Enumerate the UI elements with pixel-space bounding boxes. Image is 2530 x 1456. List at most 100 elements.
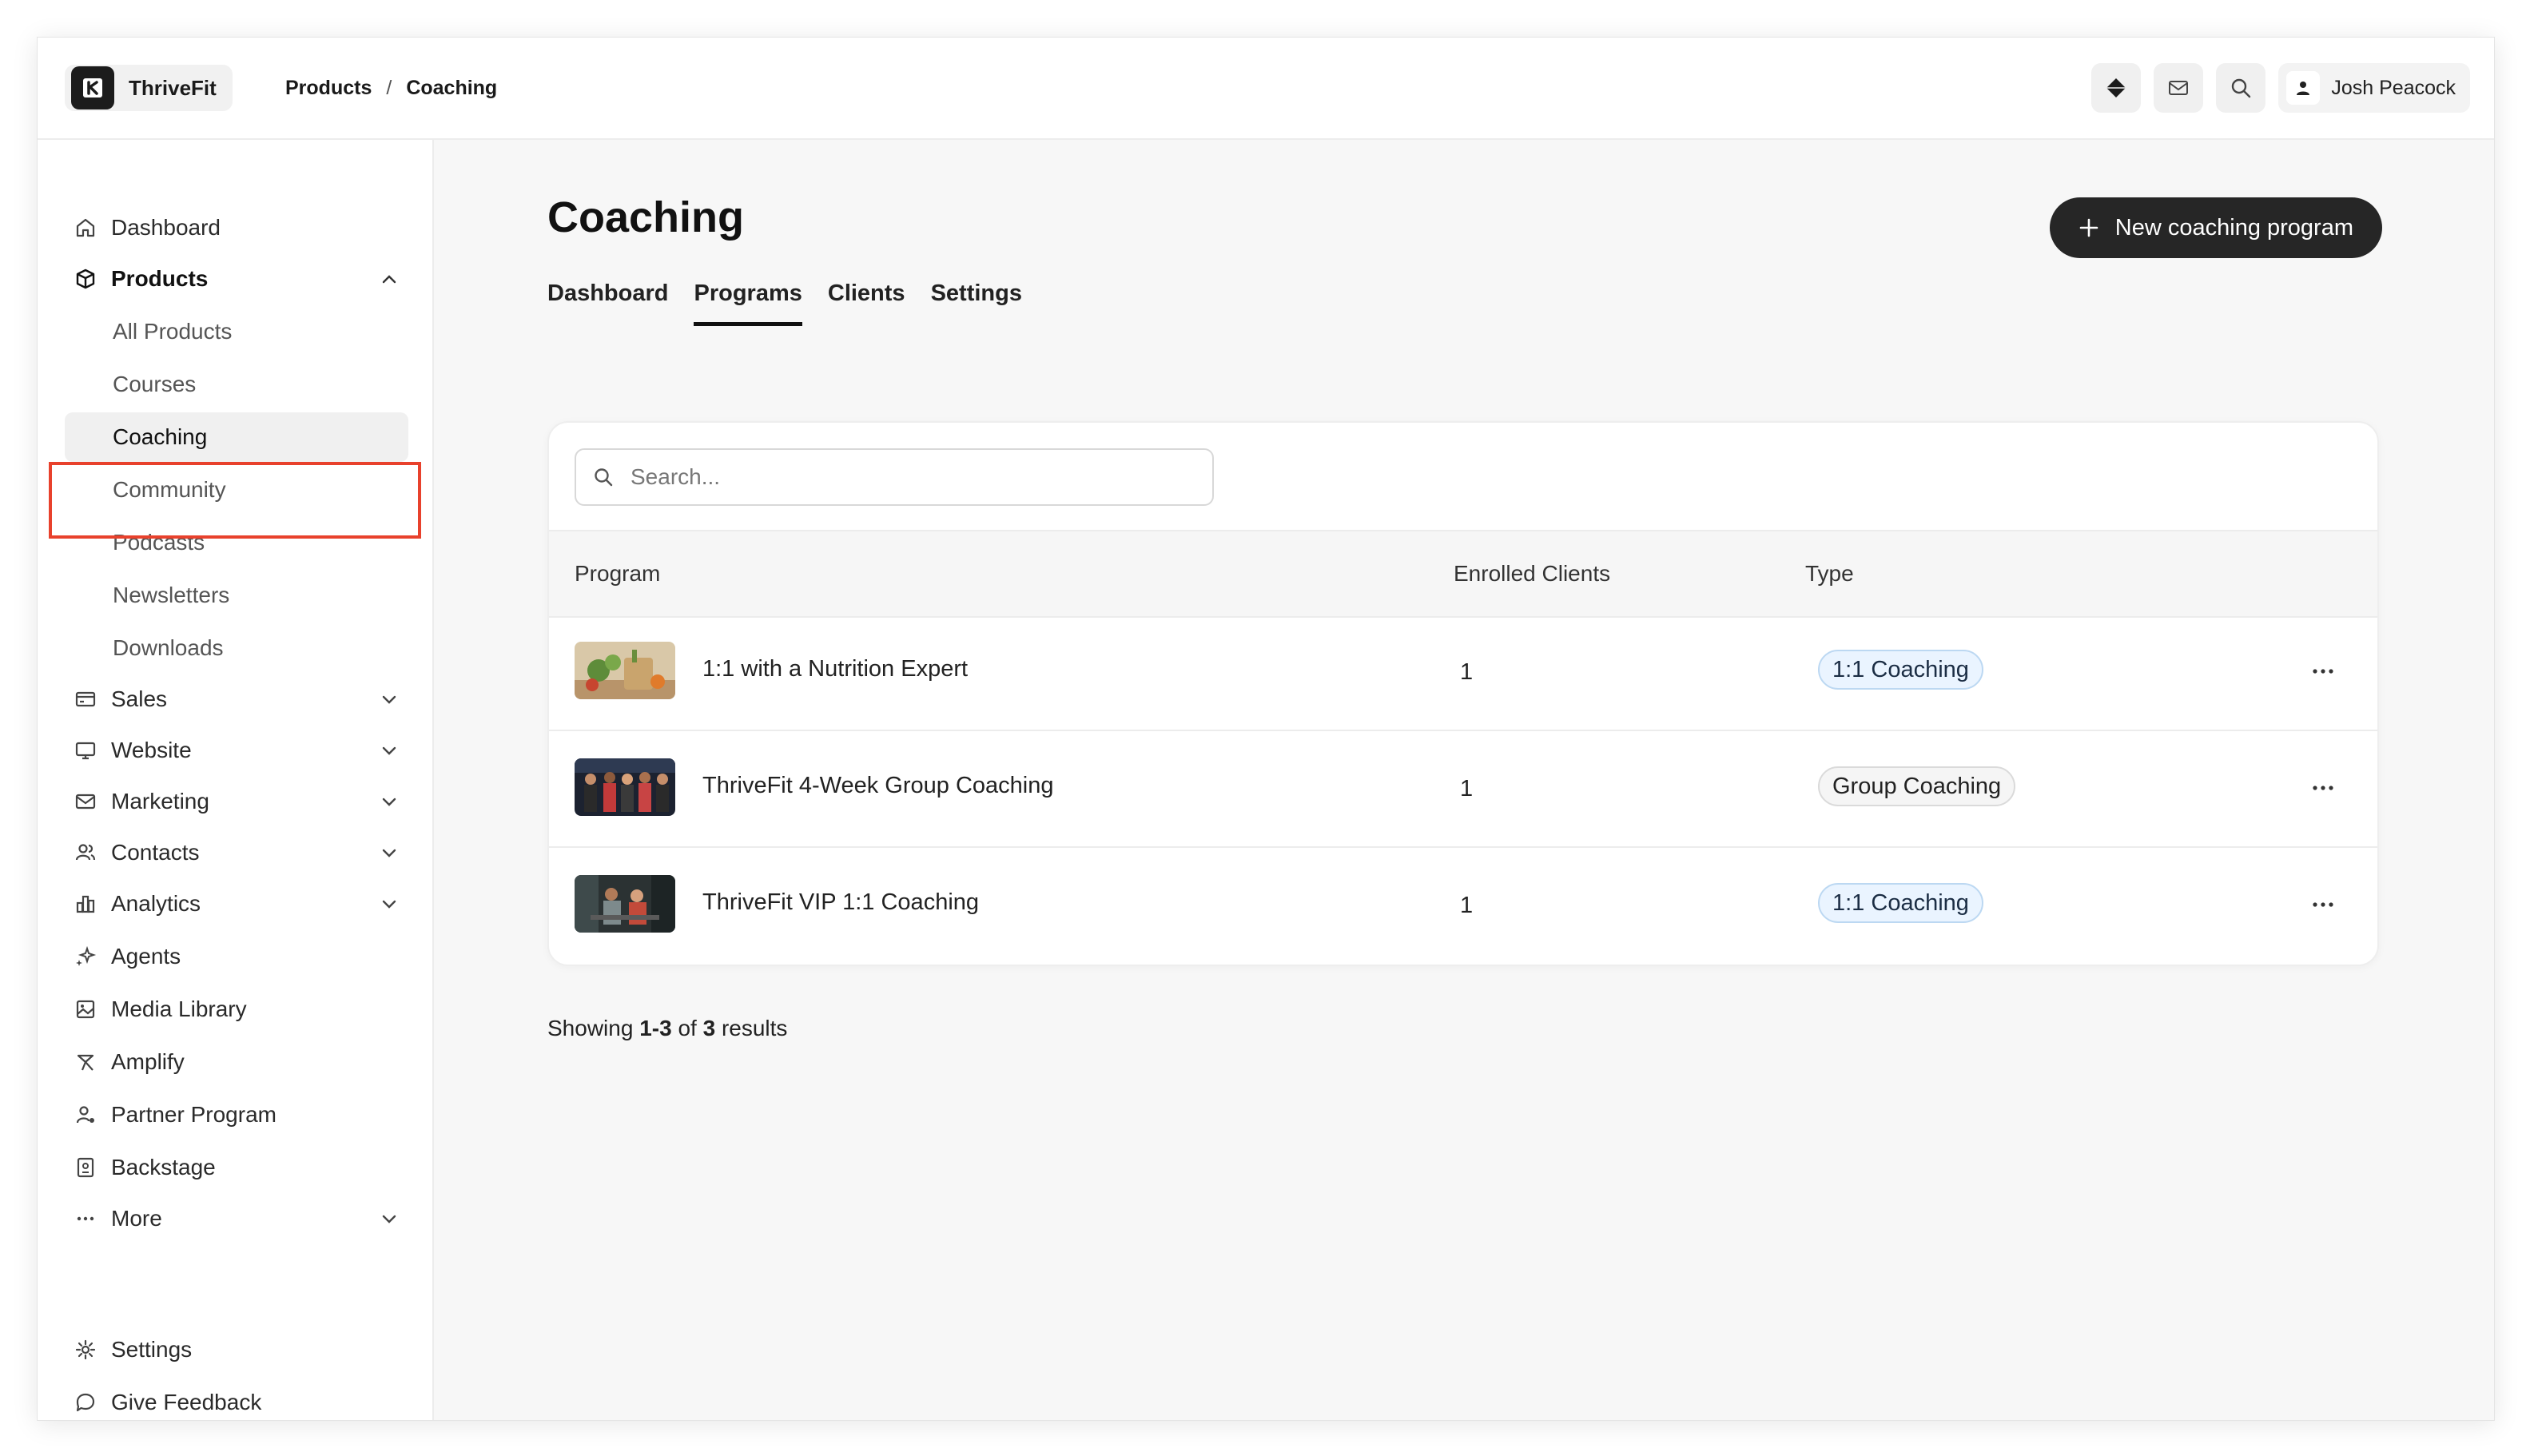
inbox-button[interactable]	[2154, 63, 2204, 113]
chevron-down-icon[interactable]	[378, 739, 400, 762]
diamond-button[interactable]	[2091, 63, 2142, 113]
table-row[interactable]: ThriveFit VIP 1:1 Coaching 1 1:1 Coachin…	[549, 848, 2377, 963]
row-actions-button[interactable]	[2307, 891, 2339, 918]
sidebar-item-more[interactable]: More	[73, 1198, 408, 1239]
sidebar-item-sales[interactable]: Sales	[73, 678, 408, 720]
sidebar-item-marketing[interactable]: Marketing	[73, 781, 408, 822]
tab-programs[interactable]: Programs	[694, 280, 803, 326]
program-name[interactable]: ThriveFit VIP 1:1 Coaching	[702, 889, 979, 916]
breadcrumb-separator: /	[386, 76, 392, 99]
brand-name: ThriveFit	[129, 75, 217, 100]
mail-icon	[73, 789, 98, 814]
more-horizontal-icon	[2313, 669, 2333, 674]
type-badge: Group Coaching	[1818, 766, 2016, 806]
plus-icon	[2079, 218, 2098, 237]
table-row[interactable]: 1:1 with a Nutrition Expert 1 1:1 Coachi…	[549, 615, 2377, 731]
breadcrumb-products[interactable]: Products	[285, 77, 372, 100]
sidebar-subitem-community[interactable]: Community	[113, 469, 226, 511]
sidebar-item-label: Products	[111, 266, 209, 291]
column-header-program[interactable]: Program	[575, 561, 660, 587]
sidebar-item-backstage[interactable]: Backstage	[73, 1147, 408, 1188]
badge-icon	[73, 1155, 98, 1180]
row-actions-button[interactable]	[2307, 658, 2339, 685]
sidebar-item-partner-program[interactable]: Partner Program	[73, 1094, 408, 1136]
chevron-down-icon[interactable]	[378, 893, 400, 915]
results-total: 3	[702, 1016, 716, 1040]
sidebar-subitem-coaching[interactable]: Coaching	[65, 412, 408, 462]
user-name: Josh Peacock	[2331, 76, 2456, 99]
table-header: Program Enrolled Clients Type	[549, 530, 2377, 618]
table-row[interactable]: ThriveFit 4-Week Group Coaching 1 Group …	[549, 731, 2377, 848]
avatar	[2286, 71, 2321, 105]
sidebar-item-agents[interactable]: Agents	[73, 936, 408, 977]
new-coaching-program-button[interactable]: New coaching program	[2049, 197, 2382, 258]
sidebar-item-settings[interactable]: Settings	[73, 1329, 408, 1370]
sidebar-item-products[interactable]: Products	[73, 258, 408, 300]
results-prefix: Showing	[547, 1016, 634, 1040]
search-input[interactable]	[629, 463, 1212, 491]
sidebar-subitem-podcasts[interactable]: Podcasts	[113, 522, 205, 563]
search-icon	[2232, 78, 2251, 98]
enrolled-count: 1	[1460, 893, 1474, 918]
credit-card-icon	[73, 686, 98, 712]
search-box[interactable]	[575, 448, 1214, 506]
page-title: Coaching	[547, 193, 745, 241]
sidebar-subitem-newsletters[interactable]: Newsletters	[113, 575, 229, 616]
sidebar-subitem-downloads[interactable]: Downloads	[113, 627, 224, 669]
workspace-switcher[interactable]: ThriveFit	[65, 65, 233, 111]
new-coaching-program-label: New coaching program	[2114, 214, 2353, 241]
type-badge: 1:1 Coaching	[1818, 650, 1983, 690]
column-header-type[interactable]: Type	[1805, 561, 1854, 587]
dots-icon	[73, 1206, 98, 1231]
sidebar-item-website[interactable]: Website	[73, 730, 408, 771]
tab-settings[interactable]: Settings	[931, 280, 1022, 323]
sidebar-subitem-all-products[interactable]: All Products	[113, 311, 232, 352]
user-menu-button[interactable]: Josh Peacock	[2278, 63, 2470, 113]
user-icon	[2297, 82, 2310, 95]
tab-clients[interactable]: Clients	[828, 280, 905, 323]
sidebar-item-media-library[interactable]: Media Library	[73, 989, 408, 1030]
sidebar-item-contacts[interactable]: Contacts	[73, 832, 408, 873]
gear-icon	[73, 1337, 98, 1363]
search-button[interactable]	[2216, 63, 2266, 113]
row-actions-button[interactable]	[2307, 774, 2339, 802]
sidebar-item-label: Analytics	[111, 891, 201, 916]
mail-icon	[2169, 81, 2189, 95]
chevron-down-icon[interactable]	[378, 1207, 400, 1230]
sidebar-item-label: Media Library	[111, 997, 247, 1021]
breadcrumb-coaching[interactable]: Coaching	[406, 77, 497, 100]
users-icon	[73, 840, 98, 865]
tab-dashboard[interactable]: Dashboard	[547, 280, 668, 323]
sidebar-subitem-courses[interactable]: Courses	[113, 364, 196, 405]
breadcrumb: Products / Coaching	[285, 38, 497, 138]
sidebar-item-label: Partner Program	[111, 1102, 276, 1127]
megaphone-icon	[73, 1049, 98, 1075]
app-window: ThriveFit Products / Coaching Josh Peaco…	[37, 37, 2495, 1421]
sidebar-item-label: Marketing	[111, 789, 209, 814]
program-thumbnail	[575, 875, 675, 933]
bar-chart-icon	[73, 891, 98, 917]
program-name[interactable]: 1:1 with a Nutrition Expert	[702, 656, 968, 682]
chevron-down-icon[interactable]	[378, 688, 400, 710]
type-badge: 1:1 Coaching	[1818, 883, 1983, 923]
chevron-up-icon[interactable]	[378, 268, 400, 290]
results-of: of	[678, 1016, 697, 1040]
selection-highlight	[49, 462, 421, 539]
program-name[interactable]: ThriveFit 4-Week Group Coaching	[702, 773, 1053, 799]
main-content: Coaching New coaching program Dashboard …	[434, 140, 2494, 1420]
sidebar-item-amplify[interactable]: Amplify	[73, 1041, 408, 1083]
monitor-icon	[73, 738, 98, 763]
sidebar-item-label: Website	[111, 738, 192, 762]
sparkles-icon	[73, 944, 98, 969]
sidebar: Dashboard Products All Products Courses …	[38, 140, 434, 1420]
enrolled-count: 1	[1460, 776, 1474, 802]
sidebar-item-analytics[interactable]: Analytics	[73, 883, 408, 925]
sidebar-item-label: Agents	[111, 944, 181, 969]
sidebar-item-dashboard[interactable]: Dashboard	[73, 207, 408, 249]
enrolled-count: 1	[1460, 659, 1474, 685]
sidebar-item-give-feedback[interactable]: Give Feedback	[73, 1382, 408, 1420]
column-header-enrolled-clients[interactable]: Enrolled Clients	[1454, 561, 1610, 587]
chevron-down-icon[interactable]	[378, 841, 400, 864]
chevron-down-icon[interactable]	[378, 790, 400, 813]
image-icon	[73, 997, 98, 1022]
